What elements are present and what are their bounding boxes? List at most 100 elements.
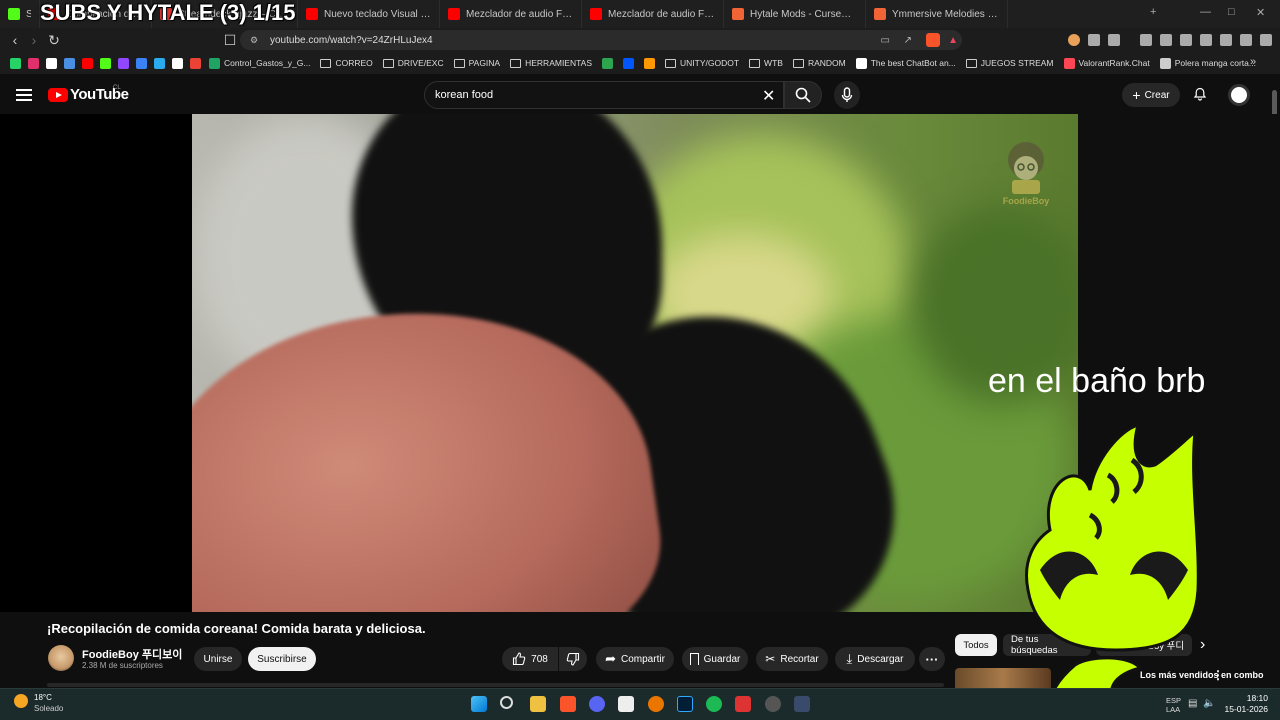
obs-icon[interactable] bbox=[765, 696, 781, 712]
brave-shield-icon[interactable] bbox=[926, 33, 940, 47]
windows-start-icon[interactable] bbox=[471, 696, 487, 712]
instagram-icon[interactable] bbox=[24, 57, 42, 69]
language-indicator[interactable]: ESP LAA bbox=[1166, 696, 1181, 714]
blender-icon[interactable] bbox=[648, 696, 664, 712]
bookmark-label: HERRAMIENTAS bbox=[525, 58, 593, 68]
search-button[interactable] bbox=[784, 81, 822, 109]
menu-hamburger-icon[interactable] bbox=[16, 89, 32, 101]
brave-rewards-icon[interactable]: ▲ bbox=[948, 35, 958, 46]
bookmark-item[interactable] bbox=[597, 57, 618, 69]
bookmark-folder[interactable]: JUEGOS STREAM bbox=[961, 58, 1059, 68]
bookmark-item[interactable]: Polera manga corta... bbox=[1155, 57, 1261, 69]
forward-icon[interactable]: › bbox=[26, 32, 42, 48]
extension-icon[interactable] bbox=[1068, 34, 1080, 46]
download-button[interactable]: ⤓ Descargar bbox=[835, 647, 915, 671]
system-clock[interactable]: 18:10 15-01-2026 bbox=[1222, 693, 1268, 715]
taskbar-search-icon[interactable] bbox=[500, 696, 513, 709]
new-tab-button[interactable]: + bbox=[1150, 6, 1156, 18]
bookmark-folder[interactable]: DRIVE/EXC bbox=[378, 58, 449, 68]
telegram-icon[interactable] bbox=[150, 57, 168, 69]
file-explorer-icon[interactable] bbox=[530, 696, 546, 712]
pencil-icon[interactable] bbox=[132, 57, 150, 69]
search-input[interactable]: korean food bbox=[424, 81, 784, 109]
bookmark-folder[interactable]: HERRAMIENTAS bbox=[505, 58, 597, 68]
notifications-bell-icon[interactable] bbox=[1193, 87, 1207, 101]
youtube-logo-icon[interactable] bbox=[48, 88, 68, 102]
app-icon[interactable] bbox=[794, 696, 810, 712]
join-button[interactable]: Unirse bbox=[194, 647, 242, 671]
channel-avatar[interactable] bbox=[48, 645, 74, 671]
telegram-icon-glyph bbox=[153, 57, 165, 69]
downloads-icon[interactable] bbox=[1140, 34, 1152, 46]
discord-icon[interactable] bbox=[589, 696, 605, 712]
bookmark-page-icon[interactable]: ☐ bbox=[222, 32, 238, 49]
clear-search-icon[interactable]: ✕ bbox=[762, 86, 775, 106]
media-icon[interactable] bbox=[1160, 34, 1172, 46]
dislike-button[interactable] bbox=[559, 647, 587, 671]
photoshop-icon[interactable] bbox=[677, 696, 693, 712]
shield-icon[interactable] bbox=[1240, 34, 1252, 46]
maximize-button[interactable]: □ bbox=[1228, 6, 1235, 18]
back-icon[interactable]: ‹ bbox=[7, 32, 23, 48]
subscribe-button[interactable]: Suscribirse bbox=[248, 647, 316, 671]
reload-icon[interactable]: ↻ bbox=[46, 32, 62, 49]
bookmark-item[interactable]: Control_Gastos_y_G... bbox=[204, 57, 315, 69]
browser-tab[interactable]: Ymmersive Melodies - Hytale bbox=[866, 0, 1008, 28]
brave-browser-icon[interactable] bbox=[560, 696, 576, 712]
bookmark-folder[interactable]: UNITY/GODOT bbox=[660, 58, 744, 68]
split-view-icon[interactable] bbox=[1108, 34, 1120, 46]
bookmark-folder[interactable]: WTB bbox=[744, 58, 788, 68]
browser-tab[interactable]: Nuevo teclado Visual Mirabox bbox=[298, 0, 440, 28]
bookmark-item[interactable]: The best ChatBot an... bbox=[851, 57, 961, 69]
close-window-button[interactable]: ✕ bbox=[1256, 6, 1265, 19]
account-avatar[interactable] bbox=[1228, 84, 1250, 106]
twitch-icon[interactable] bbox=[114, 57, 132, 69]
clip-button[interactable]: ✂ Recortar bbox=[756, 647, 828, 671]
minimize-button[interactable]: — bbox=[1200, 6, 1211, 18]
more-bookmarks-icon[interactable]: » bbox=[1250, 56, 1256, 68]
chip-all[interactable]: Todos bbox=[955, 634, 997, 656]
wallet-icon[interactable] bbox=[1200, 34, 1212, 46]
cast-icon[interactable]: ▭ bbox=[881, 35, 890, 46]
menu-icon[interactable] bbox=[1260, 34, 1272, 46]
url-field[interactable]: ⚙ youtube.com/watch?v=24ZrHLuJex4 ▭ ↗ ▲ bbox=[240, 30, 962, 50]
sidebar-icon[interactable] bbox=[1180, 34, 1192, 46]
x-icon[interactable] bbox=[42, 57, 60, 69]
browser-tab[interactable]: Hytale Mods - CurseForge bbox=[724, 0, 866, 28]
vpn-icon[interactable] bbox=[1220, 34, 1232, 46]
share-button[interactable]: ➦ Compartir bbox=[596, 647, 674, 671]
browser-tab[interactable]: S bbox=[0, 0, 40, 28]
spotify-icon[interactable] bbox=[706, 696, 722, 712]
bookmark-item[interactable] bbox=[618, 57, 639, 69]
bookmark-item[interactable] bbox=[639, 57, 660, 69]
more-actions-button[interactable]: ··· bbox=[919, 647, 945, 671]
related-more-icon[interactable]: ⋮ bbox=[1212, 668, 1224, 682]
tiktok-icon[interactable] bbox=[168, 57, 186, 69]
weather-sun-icon bbox=[14, 694, 28, 708]
volume-icon[interactable]: 🔈 bbox=[1203, 698, 1215, 709]
share-icon[interactable]: ↗ bbox=[904, 35, 912, 46]
bookmark-item[interactable]: ValorantRank.Chat bbox=[1059, 57, 1155, 69]
gmail-icon[interactable] bbox=[186, 57, 204, 69]
folder-icon bbox=[510, 58, 522, 68]
browser-tab[interactable]: Mezclador de audio FIFINE SC bbox=[440, 0, 582, 28]
whatsapp-icon[interactable] bbox=[6, 57, 24, 69]
video-player[interactable]: FoodieBoy bbox=[192, 114, 1078, 612]
browser-tab[interactable]: Mezclador de audio FIFINE SC bbox=[582, 0, 724, 28]
channel-name[interactable]: FoodieBoy 푸디보이 bbox=[82, 646, 182, 662]
bookmark-folder[interactable]: CORREO bbox=[315, 58, 377, 68]
extensions-puzzle-icon[interactable] bbox=[1088, 34, 1100, 46]
bookmark-folder[interactable]: PAGINA bbox=[449, 58, 506, 68]
bookmark-folder[interactable]: RANDOM bbox=[788, 58, 851, 68]
folder-icon[interactable] bbox=[60, 57, 78, 69]
save-button[interactable]: Guardar bbox=[682, 647, 748, 671]
kick-icon[interactable] bbox=[96, 57, 114, 69]
valorant-icon[interactable] bbox=[735, 696, 751, 712]
like-button[interactable]: 708 bbox=[502, 647, 558, 671]
notion-icon[interactable] bbox=[618, 696, 634, 712]
site-info-icon[interactable]: ⚙ bbox=[250, 35, 258, 46]
youtube-icon[interactable] bbox=[78, 57, 96, 69]
voice-search-button[interactable] bbox=[834, 81, 860, 109]
network-icon[interactable]: ▤ bbox=[1188, 698, 1197, 709]
create-button[interactable]: + Crear bbox=[1122, 83, 1180, 107]
